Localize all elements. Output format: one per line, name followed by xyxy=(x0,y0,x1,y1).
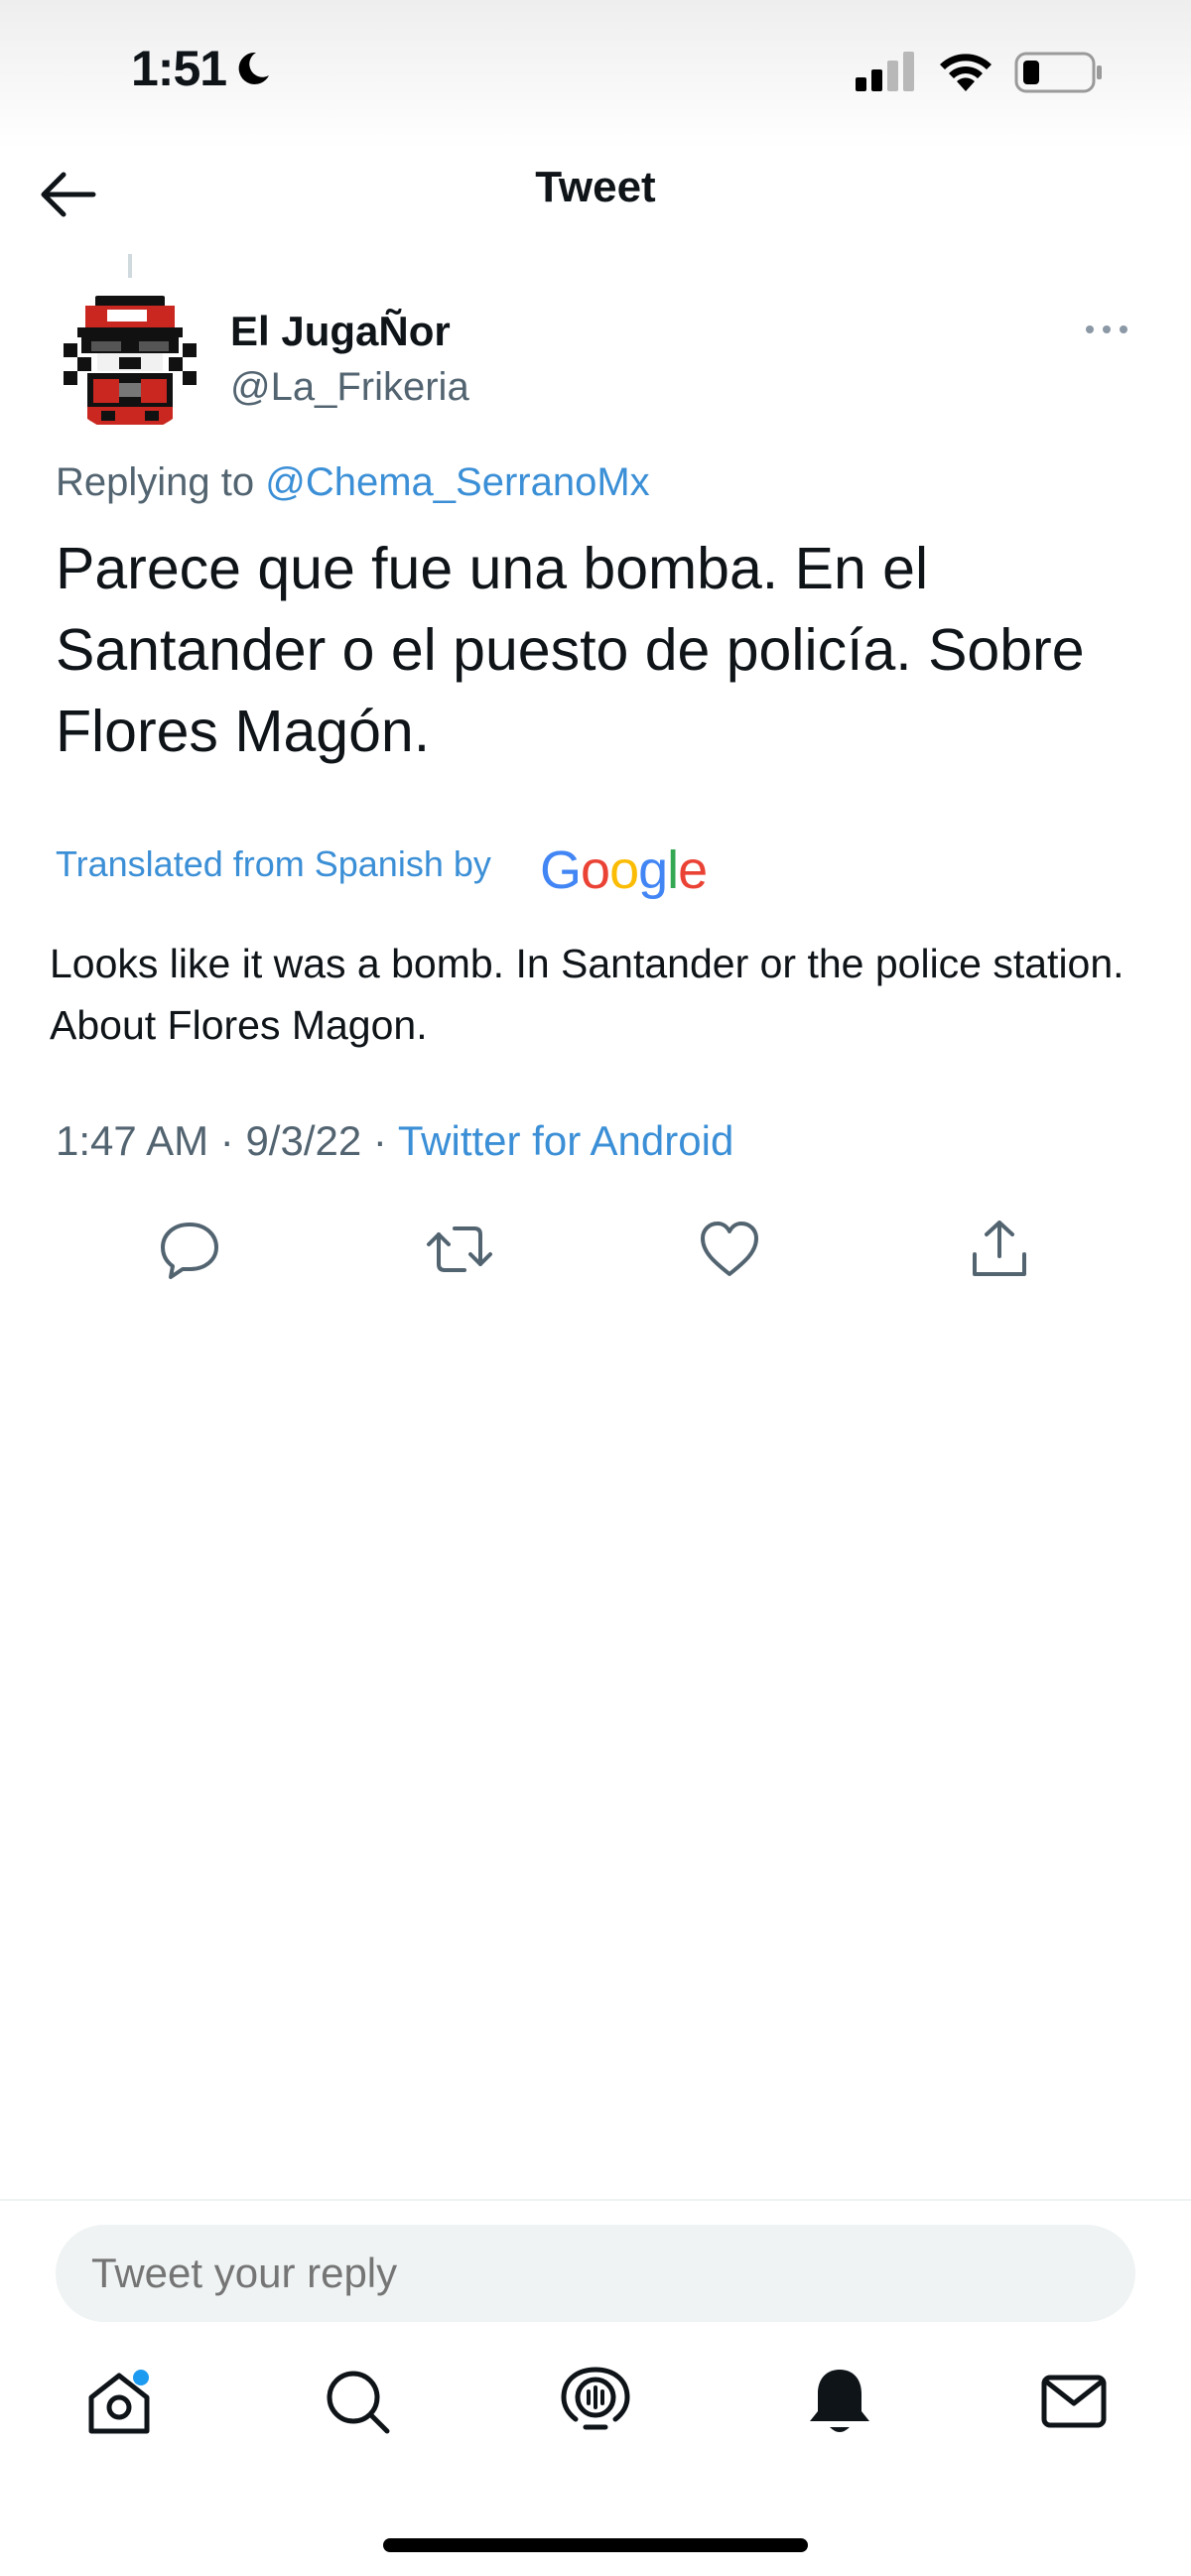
home-indicator[interactable] xyxy=(383,2538,808,2552)
signal-icon xyxy=(856,52,914,91)
google-logo: Google xyxy=(540,840,708,900)
translated-label[interactable]: Translated from Spanish by xyxy=(56,843,491,885)
like-icon[interactable] xyxy=(695,1215,764,1284)
search-icon[interactable] xyxy=(318,2362,397,2441)
reply-icon[interactable] xyxy=(155,1215,224,1284)
bottom-tab-bar xyxy=(0,2362,1191,2461)
top-nav: Tweet xyxy=(0,149,1191,238)
tweet-text: Parece que fue una bomba. En el Santande… xyxy=(56,536,1085,764)
retweet-icon[interactable] xyxy=(425,1215,494,1284)
author-name[interactable]: El JugaÑor xyxy=(230,308,451,355)
home-notification-dot xyxy=(133,2370,149,2385)
battery-icon xyxy=(1014,52,1102,93)
tweet-time: 1:47 AM xyxy=(56,1117,209,1164)
tweet-date: 9/3/22 xyxy=(245,1117,362,1164)
replying-mention-link[interactable]: @Chema_SerranoMx xyxy=(265,460,649,504)
author-handle[interactable]: @La_Frikeria xyxy=(230,365,469,410)
status-bar: 1:51 xyxy=(0,0,1191,149)
more-options-icon[interactable] xyxy=(1082,320,1131,339)
meta-separator: · xyxy=(219,1117,234,1164)
share-icon[interactable] xyxy=(965,1215,1034,1284)
tweet-meta: 1:47 AM · 9/3/22 · Twitter for Android xyxy=(56,1117,733,1165)
spaces-icon[interactable] xyxy=(556,2362,635,2441)
replying-to: Replying to @Chema_SerranoMx xyxy=(56,460,650,505)
avatar[interactable] xyxy=(58,288,202,433)
tweet-actions xyxy=(0,1215,1191,1284)
avatar-pixel-art xyxy=(58,288,202,433)
messages-icon[interactable] xyxy=(1034,2362,1114,2441)
thread-connector xyxy=(128,254,132,278)
page-title: Tweet xyxy=(535,163,656,211)
meta-separator: · xyxy=(372,1117,387,1164)
replying-prefix: Replying to xyxy=(56,460,255,504)
wifi-icon xyxy=(940,54,992,91)
reply-input[interactable] xyxy=(56,2225,1135,2322)
tweet-source-link[interactable]: Twitter for Android xyxy=(398,1117,733,1164)
translation-text: Looks like it was a bomb. In Santander o… xyxy=(50,941,1125,1048)
composer-divider xyxy=(0,2199,1191,2201)
moon-icon xyxy=(238,52,269,84)
notifications-icon[interactable] xyxy=(800,2362,879,2441)
status-time: 1:51 xyxy=(131,41,227,96)
